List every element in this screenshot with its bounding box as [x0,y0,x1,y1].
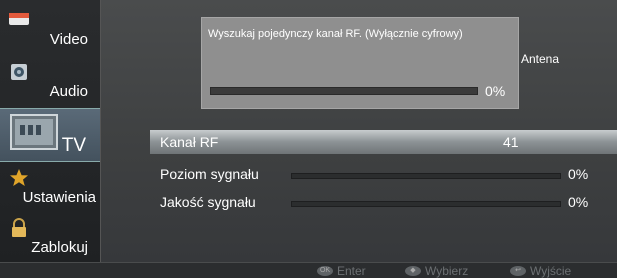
sidebar-item-label: Zablokuj [31,239,88,256]
enter-hint-label: Enter [337,264,366,278]
signal-level-percent: 0% [568,166,589,182]
sidebar-item-video[interactable]: Video [0,4,100,56]
audio-icon [11,64,27,80]
signal-level-label: Poziom sygnału [160,166,259,182]
sidebar-item-label: Ustawienia [22,189,96,206]
sidebar-item-settings[interactable]: Ustawienia [0,162,100,214]
scan-progress-bar [210,87,478,95]
sidebar-item-audio[interactable]: Audio [0,56,100,108]
rf-scan-dialog: Wyszukaj pojedynczy kanał RF. (Wyłącznie… [201,17,519,109]
sidebar-item-label: Video [49,31,88,48]
tv-menu-screen: Video Audio TV Ustawienia Zablokuj Wyszu… [0,0,617,278]
signal-quality-row: Jakość sygnału 0% [150,190,617,214]
tv-icon [10,114,58,150]
signal-quality-percent: 0% [568,194,589,210]
sidebar-menu: Video Audio TV Ustawienia Zablokuj [0,0,101,262]
footer-hints: OK Enter ◆ Wybierz ↩ Wyjście [0,262,617,278]
enter-hint: OK Enter [317,264,366,278]
signal-level-row: Poziom sygnału 0% [150,162,617,186]
signal-quality-bar [291,201,561,207]
rf-channel-value: 41 [503,134,519,150]
rf-channel-row[interactable]: Kanał RF 41 [150,130,617,154]
lock-icon [12,218,26,237]
sidebar-item-lock[interactable]: Zablokuj [0,212,100,264]
signal-level-bar [291,173,561,179]
dialog-title: Wyszukaj pojedynczy kanał RF. (Wyłącznie… [208,28,463,40]
dpad-icon: ◆ [405,266,421,276]
rf-channel-label: Kanał RF [160,134,219,150]
video-icon [9,13,29,25]
sidebar-item-label: TV [61,135,86,156]
exit-hint: ↩ Wyjście [510,264,571,278]
select-hint-label: Wybierz [425,264,469,278]
sidebar-item-label: Audio [49,83,88,100]
scan-progress-percent: 0% [485,83,506,99]
signal-quality-label: Jakość sygnału [160,194,256,210]
select-hint: ◆ Wybierz [405,264,468,278]
sidebar-item-tv[interactable]: TV [0,108,100,162]
ok-button-icon: OK [317,266,333,276]
return-icon: ↩ [510,266,526,276]
settings-star-icon [10,169,28,186]
exit-hint-label: Wyjście [530,264,572,278]
antenna-label: Antena [521,52,560,66]
